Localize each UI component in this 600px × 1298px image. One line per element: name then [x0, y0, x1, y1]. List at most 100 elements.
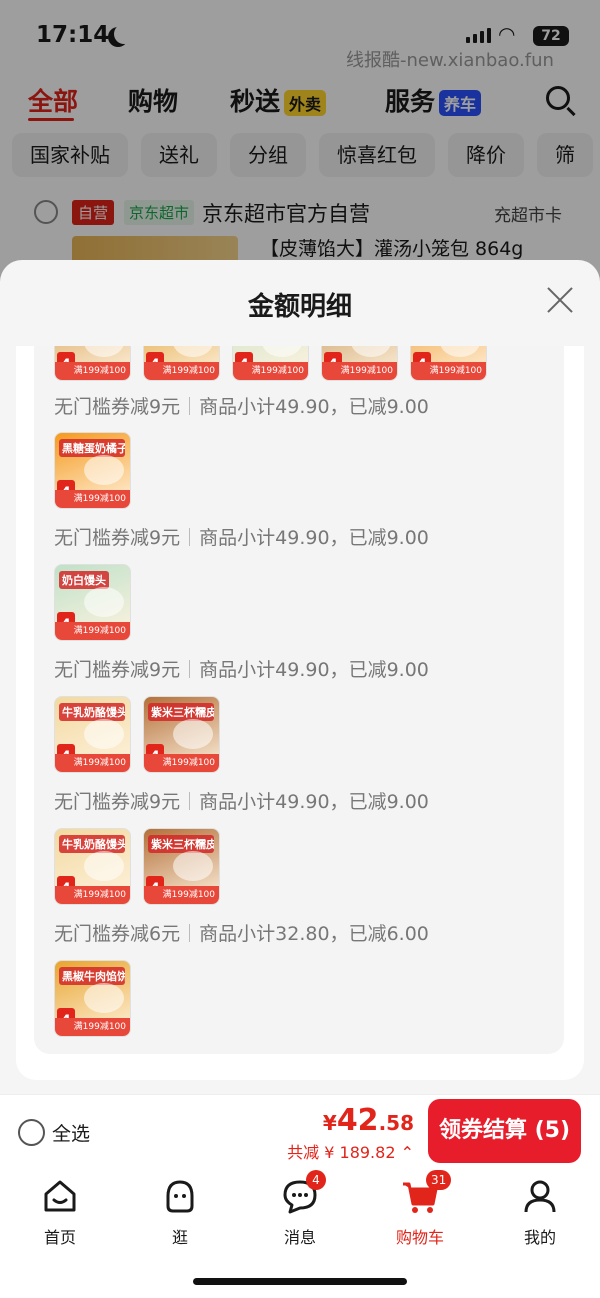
tab-home-label: 首页	[43, 1228, 76, 1247]
divider	[189, 397, 191, 415]
tab-profile-label: 我的	[523, 1228, 556, 1247]
product-image	[173, 719, 213, 749]
message-icon: 4	[280, 1170, 326, 1216]
coupon-amount: 9	[149, 791, 162, 813]
coupon-line: 无门槛券减9元 商品小计49.90，已减9.00	[54, 791, 429, 813]
group-thumbs: 牛乳奶酪馒头4满199减100 紫米三杯糯皮烧麦4满199减100	[54, 828, 220, 905]
coupon-label: 无门槛券减	[54, 527, 150, 549]
product-image	[440, 346, 480, 357]
subtotal-label: 商品小计	[199, 791, 276, 813]
product-thumb[interactable]: 4满199减100	[232, 346, 309, 381]
select-all-label[interactable]: 全选	[52, 1119, 90, 1146]
coupon-line: 无门槛券减6元 商品小计32.80，已减6.00	[54, 923, 429, 945]
coupon-label: 无门槛券减	[54, 923, 150, 945]
promo-text: 满199减100	[55, 362, 130, 380]
reduced-value: 9.00	[386, 791, 429, 813]
promo-text: 满199减100	[55, 490, 130, 508]
product-name: 紫米三杯糯皮烧麦	[148, 835, 214, 853]
product-thumb[interactable]: 4满199减100	[54, 346, 131, 381]
product-image	[84, 851, 124, 881]
product-image	[173, 851, 213, 881]
select-all-radio[interactable]	[18, 1119, 45, 1146]
checkout-button[interactable]: 领券结算 (5)	[428, 1099, 581, 1163]
tab-profile[interactable]: 我的	[490, 1176, 590, 1248]
coupon-line: 无门槛券减9元 商品小计49.90，已减9.00	[54, 527, 429, 549]
product-thumb[interactable]: 4满199减100	[321, 346, 398, 381]
reduced-label: 已减	[348, 923, 387, 945]
product-name: 紫米三杯糯皮烧麦	[148, 703, 214, 721]
coupon-unit: 元	[161, 791, 181, 813]
tab-cart[interactable]: 31 购物车	[370, 1170, 470, 1248]
coupon-unit: 元	[161, 923, 181, 945]
reduced-value: 9.00	[386, 396, 429, 418]
product-thumb[interactable]: 紫米三杯糯皮烧麦4满199减100	[143, 828, 220, 905]
checkout-bar: 全选 ¥42.58 共减 ¥ 189.82 ⌃ 领券结算 (5)	[0, 1094, 600, 1168]
group-thumbs: 4满199减100 4满199减100 4满199减100 4满199减100 …	[54, 346, 487, 381]
group-thumbs: 牛乳奶酪馒头4满199减100 紫米三杯糯皮烧麦4满199减100	[54, 696, 220, 773]
sheet-panel: 4满199减100 4满199减100 4满199减100 4满199减100 …	[16, 346, 584, 1080]
reduced-label: 已减	[348, 396, 387, 418]
coupon-unit: 元	[161, 659, 181, 681]
cart-badge: 31	[426, 1170, 452, 1190]
stroll-icon	[160, 1176, 200, 1216]
coupon-line: 无门槛券减9元 商品小计49.90，已减9.00	[54, 396, 429, 418]
promo-text: 满199减100	[144, 754, 219, 772]
product-thumb[interactable]: 4满199减100	[143, 346, 220, 381]
tab-stroll[interactable]: 逛	[130, 1176, 230, 1248]
tab-home[interactable]: 首页	[10, 1176, 110, 1248]
home-indicator	[193, 1278, 407, 1285]
subtotal-value: 49.90	[275, 791, 330, 813]
total-discount[interactable]: 共减 ¥ 189.82 ⌃	[287, 1139, 414, 1163]
product-image	[84, 587, 124, 617]
reduced-value: 9.00	[386, 527, 429, 549]
subtotal-value: 49.90	[275, 659, 330, 681]
subtotal-label: 商品小计	[199, 396, 276, 418]
product-name: 牛乳奶酪馒头	[59, 835, 125, 853]
product-thumb[interactable]: 紫米三杯糯皮烧麦4满199减100	[143, 696, 220, 773]
sheet-title: 金额明细	[247, 292, 352, 322]
group-thumbs: 奶白馒头4满199减100	[54, 564, 131, 641]
coupon-group-list: 4满199减100 4满199减100 4满199减100 4满199减100 …	[34, 346, 564, 1054]
coupon-label: 无门槛券减	[54, 791, 150, 813]
discount-text: 共减 ¥ 189.82	[287, 1143, 396, 1162]
home-icon	[40, 1176, 80, 1216]
product-image	[84, 983, 124, 1013]
divider	[189, 792, 191, 810]
tab-cart-label: 购物车	[395, 1228, 444, 1247]
product-image	[173, 346, 213, 357]
promo-text: 满199减100	[411, 362, 486, 380]
tab-messages[interactable]: 4 消息	[250, 1170, 350, 1248]
tab-stroll-label: 逛	[171, 1228, 188, 1247]
product-thumb[interactable]: 黑椒牛肉馅饼4满199减100	[54, 960, 131, 1037]
reduced-value: 9.00	[386, 659, 429, 681]
divider	[189, 924, 191, 942]
reduced-label: 已减	[348, 659, 387, 681]
coupon-line: 无门槛券减9元 商品小计49.90，已减9.00	[54, 659, 429, 681]
tab-messages-label: 消息	[283, 1228, 316, 1247]
product-thumb[interactable]: 奶白馒头4满199减100	[54, 564, 131, 641]
reduced-value: 6.00	[386, 923, 429, 945]
close-icon[interactable]	[546, 286, 574, 314]
subtotal-value: 49.90	[275, 527, 330, 549]
product-thumb[interactable]: 牛乳奶酪馒头4满199减100	[54, 828, 131, 905]
chevron-up-icon: ⌃	[400, 1143, 414, 1162]
total-price: ¥42.58	[323, 1103, 414, 1138]
product-name: 黑糖蛋奶橘子包	[59, 439, 125, 457]
promo-text: 满199减100	[233, 362, 308, 380]
product-thumb[interactable]: 牛乳奶酪馒头4满199减100	[54, 696, 131, 773]
coupon-label: 无门槛券减	[54, 659, 150, 681]
coupon-unit: 元	[161, 396, 181, 418]
product-thumb[interactable]: 黑糖蛋奶橘子包4满199减100	[54, 432, 131, 509]
coupon-amount: 9	[149, 527, 162, 549]
product-thumb[interactable]: 4满199减100	[410, 346, 487, 381]
subtotal-value: 49.90	[275, 396, 330, 418]
subtotal-label: 商品小计	[199, 923, 276, 945]
coupon-amount: 6	[149, 923, 162, 945]
coupon-unit: 元	[161, 527, 181, 549]
product-image	[351, 346, 391, 357]
product-name: 黑椒牛肉馅饼	[59, 967, 125, 985]
profile-icon	[520, 1176, 560, 1216]
product-image	[84, 346, 124, 357]
cart-icon: 31	[400, 1170, 452, 1216]
amount-detail-sheet: 金额明细 4满199减100 4满199减100 4满199减100 4满199…	[0, 260, 600, 1094]
